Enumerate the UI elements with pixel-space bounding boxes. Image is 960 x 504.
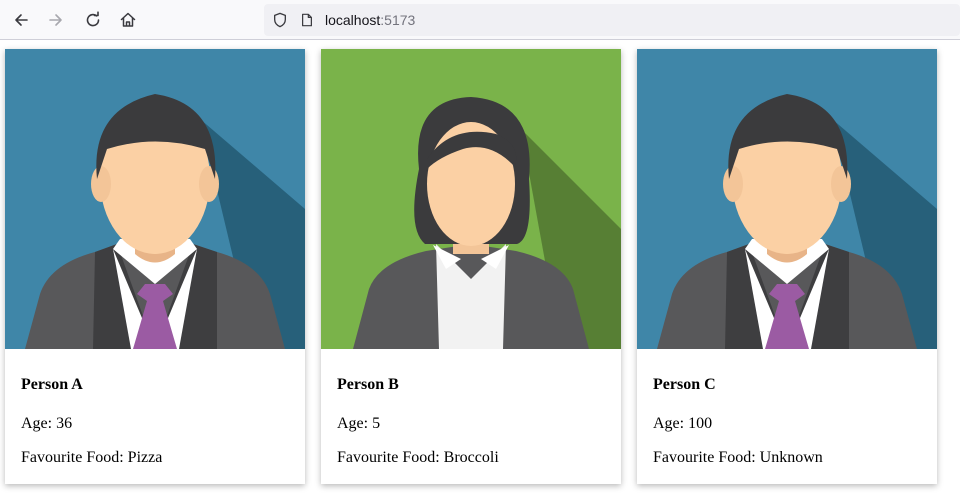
page-icon[interactable] <box>298 11 316 29</box>
reload-icon <box>86 11 100 27</box>
person-name: Person C <box>653 376 716 393</box>
person-card: Person A Age: 36 Favourite Food: Pizza <box>5 49 305 484</box>
forward-button[interactable] <box>42 6 70 34</box>
person-food: Favourite Food: Broccoli <box>337 449 499 466</box>
person-name: Person A <box>21 376 83 393</box>
url-port: :5173 <box>380 12 416 28</box>
home-icon <box>120 12 136 27</box>
home-button[interactable] <box>114 6 142 34</box>
browser-toolbar: localhost:5173 <box>0 0 960 40</box>
address-bar[interactable]: localhost:5173 <box>264 4 960 36</box>
person-card: Person B Age: 5 Favourite Food: Broccoli <box>321 49 621 484</box>
arrow-right-icon <box>49 14 62 26</box>
person-age: Age: 36 <box>21 415 73 432</box>
male-avatar-image <box>5 49 305 349</box>
arrow-left-icon <box>15 14 28 26</box>
person-age: Age: 5 <box>337 415 381 432</box>
url-host: localhost <box>325 12 381 28</box>
card-list: Person A Age: 36 Favourite Food: Pizza P… <box>0 41 960 504</box>
female-avatar-image <box>321 49 621 349</box>
person-card: Person C Age: 100 Favourite Food: Unknow… <box>637 49 937 484</box>
male-avatar-image <box>637 49 937 349</box>
person-age: Age: 100 <box>653 415 713 432</box>
person-food: Favourite Food: Pizza <box>21 449 163 466</box>
back-button[interactable] <box>7 6 35 34</box>
reload-button[interactable] <box>79 6 107 34</box>
person-food: Favourite Food: Unknown <box>653 449 823 466</box>
person-name: Person B <box>337 376 399 393</box>
url-text[interactable]: localhost:5173 <box>325 11 415 29</box>
shield-icon[interactable] <box>270 10 290 30</box>
